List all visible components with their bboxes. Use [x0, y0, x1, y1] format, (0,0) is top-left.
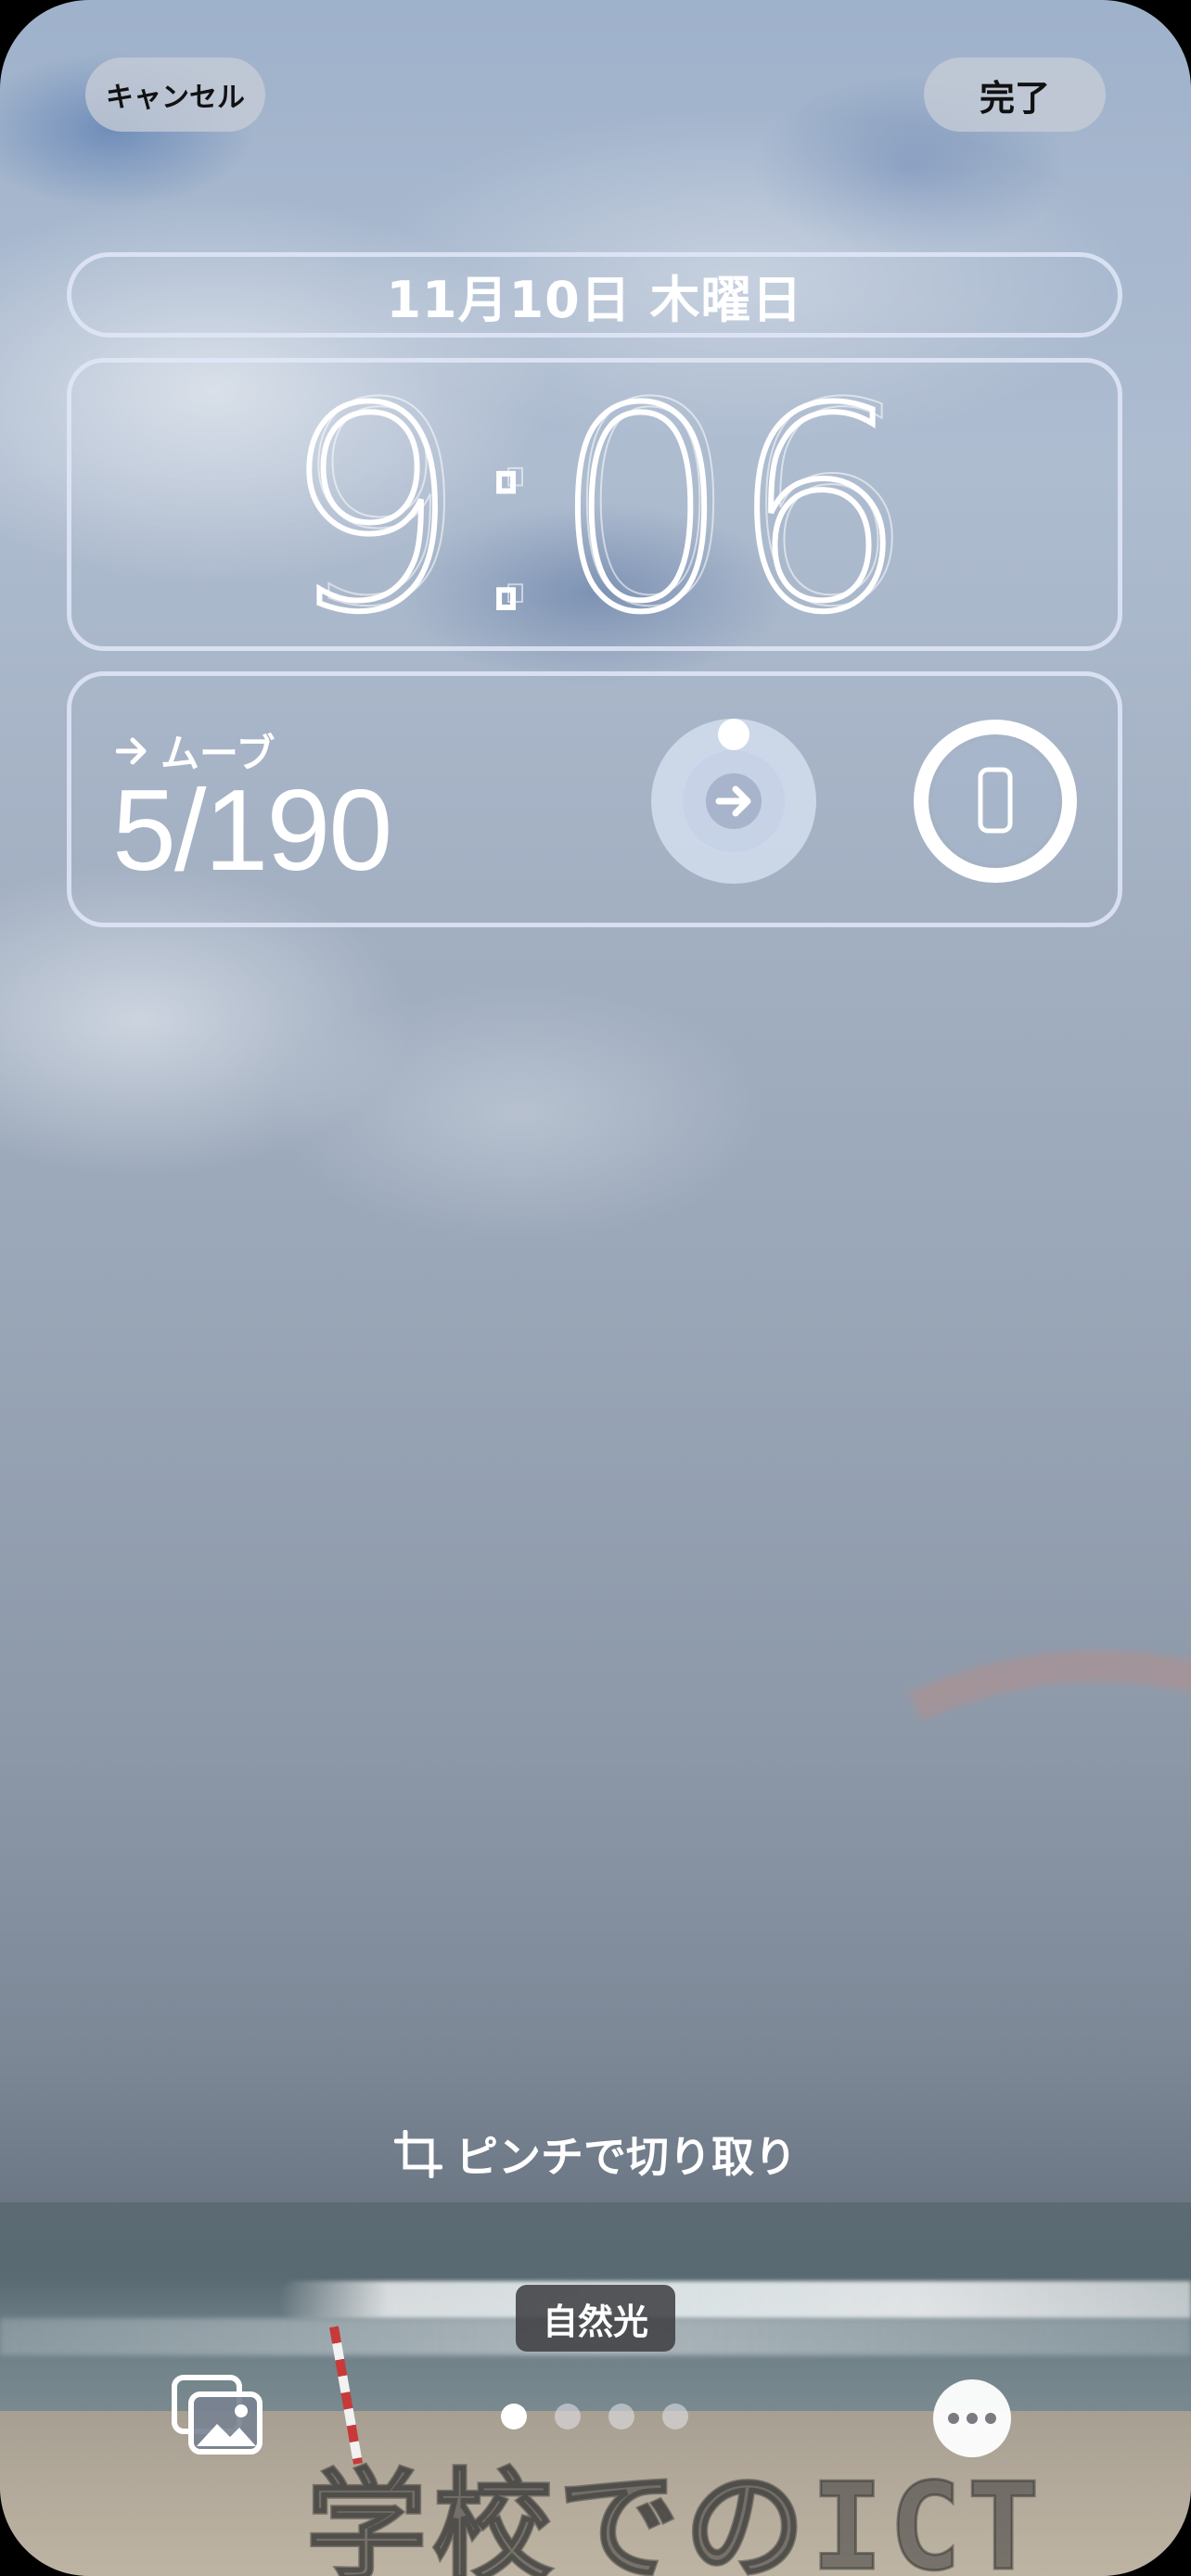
battery-ring[interactable]: [912, 718, 1079, 885]
page-dot-4[interactable]: [662, 2404, 688, 2429]
arrow-right-icon: [706, 773, 762, 829]
clock-widget[interactable]: 9:06 9:06: [67, 358, 1122, 651]
ellipsis-icon: [948, 2413, 959, 2424]
hint-text: ピンチで切り取り: [455, 2132, 797, 2182]
page-dots[interactable]: [501, 2404, 688, 2429]
ellipsis-icon: [967, 2413, 978, 2424]
crop-icon: [394, 2130, 442, 2178]
filter-style-label[interactable]: 自然光: [516, 2285, 675, 2352]
widget-row[interactable]: ムーブ 5/190: [67, 671, 1122, 927]
page-dot-2[interactable]: [555, 2404, 581, 2429]
page-dot-3[interactable]: [608, 2404, 634, 2429]
wave-background: [278, 2281, 1191, 2318]
watermark: 学校でのICT: [305, 2455, 1045, 2576]
photo-library-icon[interactable]: [171, 2374, 263, 2457]
date-widget[interactable]: 11月10日 木曜日: [67, 252, 1122, 338]
date-text: 11月10日 木曜日: [386, 270, 803, 329]
cancel-button[interactable]: キャンセル: [85, 57, 265, 132]
page-dot-1[interactable]: [501, 2404, 527, 2429]
activity-ring-progress: [718, 719, 749, 750]
arrow-right-icon: [116, 737, 147, 764]
pinch-to-crop-hint: ピンチで切り取り: [0, 2123, 1191, 2185]
done-button[interactable]: 完了: [924, 57, 1106, 132]
ellipsis-icon: [985, 2413, 996, 2424]
move-value: 5/190: [112, 767, 392, 895]
activity-ring[interactable]: [650, 718, 817, 885]
time-text-inner: 9:06: [291, 363, 916, 646]
clock-time: 9:06 9:06: [279, 363, 917, 646]
lock-screen-editor: キャンセル 完了 11月10日 木曜日 9:06 9:06 ムーブ 5/190: [0, 0, 1191, 2576]
